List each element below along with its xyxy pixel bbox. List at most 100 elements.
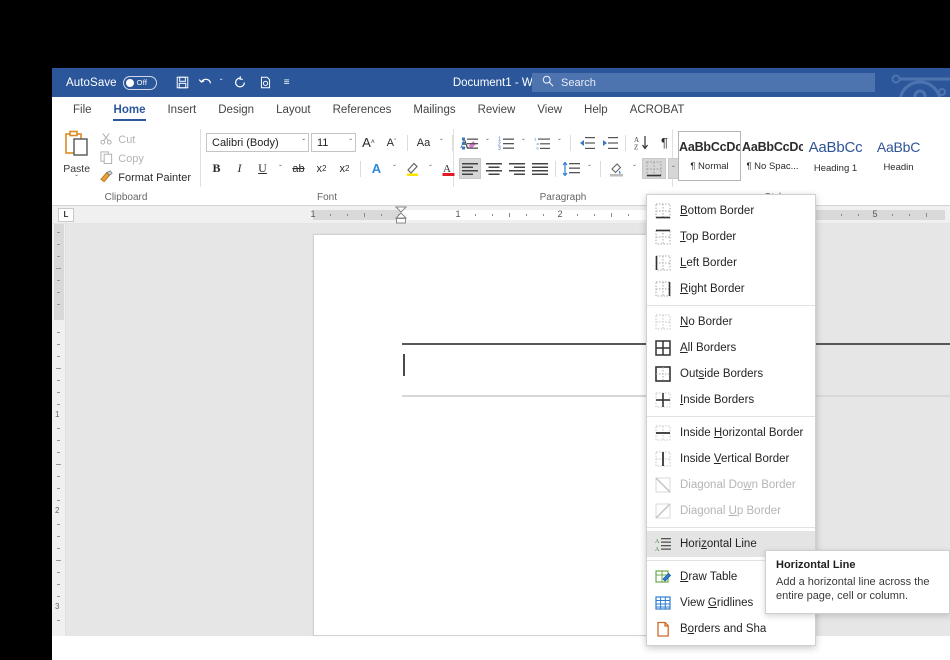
sort-button[interactable]: AZ	[631, 132, 652, 153]
copy-icon	[100, 151, 113, 167]
justify-button[interactable]	[529, 158, 550, 179]
tab-stop-selector[interactable]: L	[58, 207, 74, 222]
menu-item-inside-vertical-border[interactable]: Inside Vertical Border	[647, 446, 815, 472]
title-bar: AutoSave Off ˇ ≡ Document1 - Word Search	[52, 68, 950, 97]
redo-icon[interactable]	[228, 72, 252, 94]
tab-insert[interactable]: Insert	[156, 100, 207, 121]
autosave-toggle-knob	[125, 78, 134, 87]
ruler-number: 1	[455, 209, 461, 219]
bold-button[interactable]: B	[206, 158, 227, 179]
text-effects-button[interactable]: A	[366, 158, 387, 179]
menu-item-borders-and-shading[interactable]: Borders and Sha	[647, 616, 815, 642]
menu-separator	[647, 527, 815, 528]
text-highlight-color-button[interactable]	[402, 158, 423, 179]
font-size-value: 11	[317, 136, 329, 149]
undo-icon[interactable]	[197, 72, 215, 94]
menu-item-inside-horizontal-border[interactable]: Inside Horizontal Border	[647, 420, 815, 446]
style-no-spacing[interactable]: AaBbCcDc ¶ No Spac...	[741, 131, 804, 181]
paragraph-row-2: ˇ ˇ ˇ	[459, 153, 679, 179]
strikethrough-button[interactable]: ab	[288, 158, 309, 179]
tab-layout[interactable]: Layout	[265, 100, 322, 121]
borders-button[interactable]	[642, 158, 666, 179]
menu-item-right-border[interactable]: Right Border	[647, 276, 815, 302]
menu-item-all-borders[interactable]: All Borders	[647, 335, 815, 361]
text-effects-chevron-icon[interactable]: ˇ	[389, 164, 400, 173]
align-right-button[interactable]	[506, 158, 527, 179]
increase-indent-button[interactable]	[599, 132, 620, 153]
underline-button[interactable]: U	[252, 158, 273, 179]
undo-chevron-icon[interactable]: ˇ	[217, 72, 226, 94]
grow-font-icon[interactable]: A ˄	[358, 132, 379, 153]
bullets-chevron-icon[interactable]: ˇ	[482, 138, 493, 147]
line-spacing-button[interactable]	[561, 158, 582, 179]
save-icon[interactable]	[171, 72, 195, 94]
subscript-button[interactable]: x2	[311, 158, 332, 179]
superscript-button[interactable]: x2	[334, 158, 355, 179]
numbering-chevron-icon[interactable]: ˇ	[518, 138, 529, 147]
cut-button[interactable]: Cut	[96, 131, 195, 149]
menu-item-diagonal-up-border[interactable]: Diagonal Up Border	[647, 498, 815, 524]
paste-chevron-icon[interactable]: ˇ	[75, 175, 78, 183]
format-painter-button[interactable]: Format Painter	[96, 169, 195, 187]
search-box[interactable]: Search	[532, 73, 875, 92]
font-size-combobox[interactable]: 11 ˇ	[311, 133, 356, 152]
shrink-font-icon[interactable]: Aˇ	[381, 132, 402, 153]
style-heading-2[interactable]: AaBbC Headin	[867, 131, 930, 181]
tab-view[interactable]: View	[526, 100, 573, 121]
borders-and-shading-icon	[655, 621, 671, 637]
bullets-button[interactable]	[459, 132, 480, 153]
cut-label: Cut	[118, 134, 136, 146]
underline-chevron-icon[interactable]: ˇ	[275, 164, 286, 173]
align-left-button[interactable]	[459, 158, 481, 179]
change-case-icon[interactable]: Aa	[413, 132, 434, 153]
numbering-button[interactable]: 123	[495, 132, 516, 153]
menu-item-bottom-border[interactable]: Bottom Border	[647, 198, 815, 224]
paste-button[interactable]: Paste ˇ	[57, 127, 96, 183]
ruler-track[interactable]: 1 1 2 5 6	[310, 206, 950, 224]
font-separator-3	[360, 160, 361, 177]
top-border-icon	[655, 229, 671, 245]
tab-home[interactable]: Home	[103, 100, 157, 121]
menu-item-top-border[interactable]: Top Border	[647, 224, 815, 250]
multilevel-list-button[interactable]: 1ab	[531, 132, 552, 153]
style-heading-1[interactable]: AaBbCc Heading 1	[804, 131, 867, 181]
style-normal[interactable]: AaBbCcDc ¶ Normal	[678, 131, 741, 181]
copy-button[interactable]: Copy	[96, 150, 195, 168]
shading-button[interactable]	[606, 158, 627, 179]
tab-acrobat[interactable]: ACROBAT	[619, 100, 696, 121]
tab-review[interactable]: Review	[467, 100, 527, 121]
show-formatting-marks-button[interactable]: ¶	[654, 132, 675, 153]
tab-help[interactable]: Help	[573, 100, 619, 121]
paste-icon	[64, 130, 90, 162]
ruler-number: 5	[872, 209, 878, 219]
shading-chevron-icon[interactable]: ˇ	[629, 164, 640, 173]
right-border-icon	[655, 281, 671, 297]
tab-file[interactable]: File	[62, 100, 103, 121]
menu-item-inside-borders[interactable]: Inside Borders	[647, 387, 815, 413]
multilevel-list-chevron-icon[interactable]: ˇ	[554, 138, 565, 147]
tab-references[interactable]: References	[322, 100, 403, 121]
menu-item-left-border[interactable]: Left Border	[647, 250, 815, 276]
menu-item-diagonal-down-border[interactable]: Diagonal Down Border	[647, 472, 815, 498]
vertical-ruler[interactable]: 1 2 3	[52, 224, 66, 636]
quick-access-toolbar: ˇ ≡	[171, 72, 294, 94]
change-case-chevron-icon[interactable]: ˇ	[436, 138, 447, 147]
format-painter-icon	[100, 170, 113, 186]
font-name-combobox[interactable]: Calibri (Body) ˇ	[206, 133, 309, 152]
autosave-control[interactable]: AutoSave Off	[66, 75, 157, 90]
print-preview-icon[interactable]	[254, 72, 278, 94]
italic-button[interactable]: I	[229, 158, 250, 179]
menu-item-outside-borders[interactable]: Outside Borders	[647, 361, 815, 387]
tab-mailings[interactable]: Mailings	[402, 100, 466, 121]
font-name-chevron-icon: ˇ	[302, 138, 305, 147]
align-center-button[interactable]	[483, 158, 504, 179]
highlight-chevron-icon[interactable]: ˇ	[425, 164, 436, 173]
decrease-indent-button[interactable]	[576, 132, 597, 153]
line-spacing-chevron-icon[interactable]: ˇ	[584, 164, 595, 173]
menu-separator	[647, 416, 815, 417]
customize-quick-access-icon[interactable]: ≡	[280, 72, 294, 94]
menu-item-no-border[interactable]: No Border	[647, 309, 815, 335]
autosave-toggle[interactable]: Off	[122, 75, 157, 90]
menu-label: Horizontal Line	[680, 538, 757, 550]
tab-design[interactable]: Design	[207, 100, 265, 121]
